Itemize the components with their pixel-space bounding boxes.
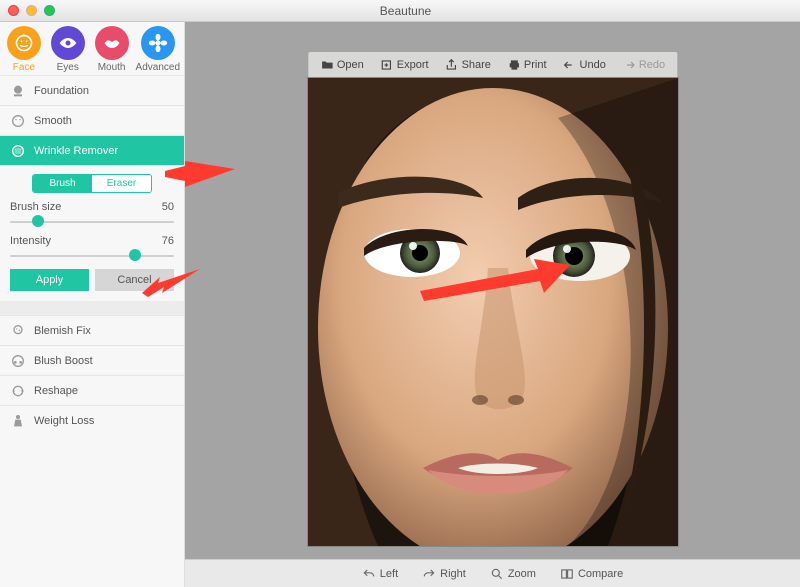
undo-icon [563, 58, 577, 72]
rotate-right[interactable]: Right [422, 567, 466, 581]
tool-weight-label: Weight Loss [34, 415, 94, 427]
face-icon [14, 33, 34, 53]
intensity-label: Intensity [10, 235, 51, 247]
smooth-icon [10, 113, 26, 129]
brush-size-label: Brush size [10, 201, 61, 213]
tool-blush[interactable]: Blush Boost [0, 345, 184, 375]
compare-icon [560, 567, 574, 581]
tool-blemish[interactable]: Blemish Fix [0, 315, 184, 345]
bottom-toolbar: Left Right Zoom Compare [185, 559, 800, 587]
brush-size-slider[interactable] [10, 215, 174, 229]
eye-icon [58, 33, 78, 53]
rotate-left-icon [362, 567, 376, 581]
main-toolbar: Open Export Share Print Undo Redo [308, 52, 677, 78]
tool-smooth-label: Smooth [34, 115, 72, 127]
toolbar-open[interactable]: Open [314, 58, 370, 72]
blush-icon [10, 353, 26, 369]
export-icon [380, 58, 394, 72]
spacer [0, 301, 184, 315]
tab-eyes-label: Eyes [48, 62, 88, 73]
tab-face[interactable]: Face [4, 26, 44, 73]
toolbar-print[interactable]: Print [501, 58, 553, 72]
tab-eyes[interactable]: Eyes [48, 26, 88, 73]
folder-icon [320, 58, 334, 72]
compare-toggle[interactable]: Compare [560, 567, 623, 581]
rotate-left[interactable]: Left [362, 567, 398, 581]
brush-size-value: 50 [162, 201, 174, 213]
mode-eraser[interactable]: Eraser [92, 175, 151, 192]
toolbar-undo[interactable]: Undo [557, 58, 612, 72]
window-title: Beautune [19, 4, 792, 18]
tool-wrinkle-remover[interactable]: Wrinkle Remover [0, 135, 184, 165]
toolbar-redo: Redo [616, 58, 671, 72]
weight-icon [10, 413, 26, 429]
zoom-icon [490, 567, 504, 581]
print-icon [507, 58, 521, 72]
tool-options: Brush Eraser Brush size 50 Intensity 76 [0, 165, 184, 301]
foundation-icon [10, 83, 26, 99]
tool-blush-label: Blush Boost [34, 355, 93, 367]
tab-mouth-label: Mouth [92, 62, 132, 73]
intensity-value: 76 [162, 235, 174, 247]
mode-toggle[interactable]: Brush Eraser [32, 174, 152, 193]
apply-button[interactable]: Apply [10, 269, 89, 291]
tab-face-label: Face [4, 62, 44, 73]
reshape-icon [10, 383, 26, 399]
category-tabs: Face Eyes Mouth Advanced [0, 22, 184, 75]
tool-weight[interactable]: Weight Loss [0, 405, 184, 435]
wrinkle-icon [10, 143, 26, 159]
cancel-button[interactable]: Cancel [95, 269, 174, 291]
mode-brush[interactable]: Brush [33, 175, 92, 192]
tool-wrinkle-label: Wrinkle Remover [34, 145, 118, 157]
tab-advanced[interactable]: Advanced [136, 26, 180, 73]
tool-foundation-label: Foundation [34, 85, 89, 97]
close-button[interactable] [8, 5, 19, 16]
face-illustration [308, 78, 678, 546]
tool-foundation[interactable]: Foundation [0, 75, 184, 105]
toolbar-export[interactable]: Export [374, 58, 435, 72]
blemish-icon [10, 323, 26, 339]
tool-smooth[interactable]: Smooth [0, 105, 184, 135]
flower-icon [148, 33, 168, 53]
toolbar-share[interactable]: Share [439, 58, 497, 72]
tool-reshape-label: Reshape [34, 385, 78, 397]
intensity-slider[interactable] [10, 249, 174, 263]
tab-mouth[interactable]: Mouth [92, 26, 132, 73]
canvas-area: Open Export Share Print Undo Redo [185, 22, 800, 587]
redo-icon [622, 58, 636, 72]
tab-advanced-label: Advanced [136, 62, 180, 73]
lips-icon [102, 33, 122, 53]
titlebar: Beautune [0, 0, 800, 22]
tool-reshape[interactable]: Reshape [0, 375, 184, 405]
tool-blemish-label: Blemish Fix [34, 325, 91, 337]
zoom-toggle[interactable]: Zoom [490, 567, 536, 581]
rotate-right-icon [422, 567, 436, 581]
sidebar: Face Eyes Mouth Advanced Foundation [0, 22, 185, 587]
photo-canvas[interactable] [308, 78, 678, 546]
share-icon [445, 58, 459, 72]
